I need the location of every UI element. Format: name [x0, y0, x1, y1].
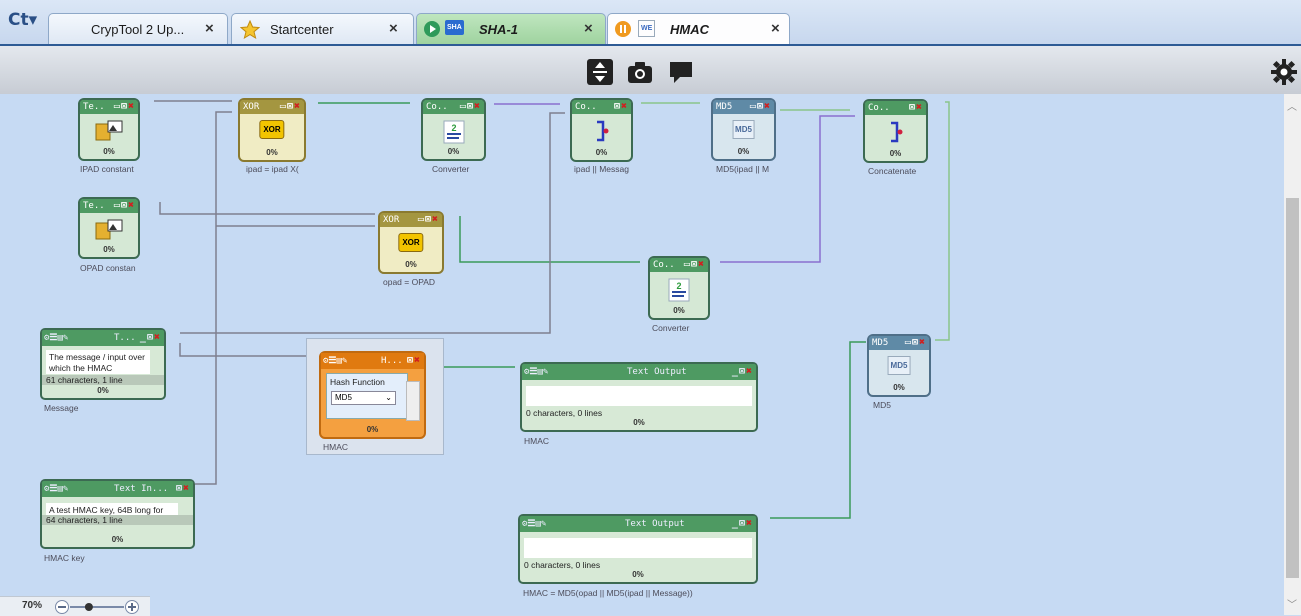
progress-text: 0%	[97, 386, 109, 395]
char-count: 64 characters, 1 line	[42, 515, 193, 525]
hmac-settings-panel: Hash Function MD5 ⌄	[326, 373, 408, 419]
component-header: Co.. ▭⊠✖	[423, 100, 484, 114]
xor-icon: XOR	[259, 120, 285, 139]
progress-text: 0%	[737, 147, 750, 156]
char-count: 0 characters, 0 lines	[526, 408, 603, 418]
ipad-constant-component[interactable]: Te.. ▭⊠✖ 0%	[78, 98, 140, 161]
converter-component[interactable]: Co.. ▭⊠✖ 2 0%	[421, 98, 486, 161]
progress-text: 0%	[266, 148, 278, 157]
hmac-component[interactable]: ⚙☰▤✎ H... ⊠✖ Hash Function MD5 ⌄ 0%	[319, 351, 426, 439]
progress-text: 0%	[447, 147, 460, 156]
xor-icon: XOR	[398, 233, 424, 252]
progress-text: 0%	[633, 418, 645, 427]
component-header: Te.. ▭⊠✖	[80, 199, 138, 213]
progress-text: 0%	[103, 245, 115, 254]
component-header: Co.. ▭⊠✖	[650, 258, 708, 272]
xor-opad-component[interactable]: XOR ▭⊠✖ XOR 0%	[378, 211, 444, 274]
component-label: IPAD constant	[80, 164, 134, 174]
component-label: MD5(ipad || M	[716, 164, 770, 174]
component-header: ⚙☰▤✎ Text Output _⊠✖	[522, 364, 756, 380]
clipboard-image-icon	[95, 120, 123, 147]
zoom-control: 70%	[0, 596, 150, 616]
message-text-input-component[interactable]: ⚙☰▤✎ T... _⊠✖ The message / input over whi…	[40, 328, 166, 400]
converter-icon: 2	[443, 120, 465, 149]
zoom-slider-knob[interactable]	[84, 603, 93, 611]
md5-icon: MD5	[732, 120, 755, 139]
component-header: MD5 ▭⊠✖	[713, 100, 774, 114]
hmac-text-output-component[interactable]: ⚙☰▤✎ Text Output _⊠✖ 0 characters, 0 lines…	[520, 362, 758, 432]
zoom-slider[interactable]	[54, 599, 142, 615]
component-label: Converter	[432, 164, 470, 174]
progress-text: 0%	[111, 535, 124, 544]
component-header: XOR ▭⊠✖	[240, 100, 304, 114]
output-textbox[interactable]	[526, 386, 752, 406]
final-hmac-text-output-component[interactable]: ⚙☰▤✎ Text Output _⊠✖ 0 characters, 0 lines…	[518, 514, 758, 584]
scroll-down-icon[interactable]: ﹀	[1287, 596, 1297, 611]
progress-text: 0%	[366, 425, 379, 434]
hash-function-select[interactable]: MD5 ⌄	[331, 391, 396, 405]
settings-scrollbar[interactable]	[406, 381, 420, 421]
concatenate-ipad-message-component[interactable]: Co.. ⊠✖ 0%	[570, 98, 633, 162]
md5-inner-component[interactable]: MD5 ▭⊠✖ MD5 0%	[711, 98, 776, 161]
clipboard-image-icon	[95, 219, 123, 246]
component-label: OPAD constan	[80, 263, 136, 273]
zoom-level: 70%	[22, 600, 43, 611]
component-label: Converter	[652, 323, 690, 333]
progress-text: 0%	[595, 148, 608, 157]
concatenate-icon	[889, 121, 903, 148]
hmac-key-text-input-component[interactable]: ⚙☰▤✎ Text In... ⊠✖ A test HMAC key, 64B lo…	[40, 479, 195, 549]
scrollbar-thumb[interactable]	[1286, 198, 1299, 578]
component-header: ⚙☰▤✎ H... ⊠✖	[321, 353, 424, 369]
component-label: HMAC key	[44, 553, 85, 563]
component-header: ⚙☰▤✎ Text In... ⊠✖	[42, 481, 193, 497]
output-textbox[interactable]	[524, 538, 752, 558]
scroll-up-icon[interactable]: ︿	[1287, 98, 1297, 113]
component-label: HMAC = MD5(opad || MD5(ipad || Message))	[523, 588, 693, 598]
char-count: 0 characters, 0 lines	[524, 560, 601, 570]
progress-text: 0%	[405, 260, 417, 269]
opad-constant-component[interactable]: Te.. ▭⊠✖ 0%	[78, 197, 140, 259]
component-label: MD5	[873, 400, 891, 410]
component-label: Message	[44, 403, 79, 413]
char-count: 61 characters, 1 line	[42, 375, 164, 385]
component-header: ⚙☰▤✎ Text Output _⊠✖	[520, 516, 756, 532]
progress-text: 0%	[632, 570, 644, 579]
vertical-scrollbar[interactable]: ︿ ﹀	[1284, 94, 1301, 615]
md5-outer-component[interactable]: MD5 ▭⊠✖ MD5 0%	[867, 334, 931, 397]
component-header: Co.. ⊠✖	[865, 101, 926, 115]
component-header: Co.. ⊠✖	[572, 100, 631, 114]
component-header: XOR ▭⊠✖	[380, 213, 442, 227]
component-header: MD5 ▭⊠✖	[869, 336, 929, 350]
concatenate-component[interactable]: Co.. ⊠✖ 0%	[863, 99, 928, 163]
hash-function-label: Hash Function	[330, 377, 385, 387]
converter-icon: 2	[668, 278, 690, 307]
component-label: opad = OPAD	[383, 277, 436, 287]
component-label: HMAC	[323, 442, 349, 452]
hmac-key-textbox[interactable]: A test HMAC key, 64B long for top half o…	[46, 503, 178, 515]
component-label: ipad || Messag	[574, 164, 629, 174]
component-label: ipad = ipad X(	[246, 164, 299, 174]
progress-text: 0%	[889, 149, 902, 158]
svg-text:2: 2	[676, 281, 681, 291]
component-label: Concatenate	[868, 166, 917, 176]
progress-text: 0%	[893, 383, 905, 392]
message-textbox[interactable]: The message / input over which the HMAC	[46, 350, 150, 374]
svg-text:2: 2	[451, 123, 456, 133]
md5-icon: MD5	[887, 356, 911, 375]
component-header: Te.. ▭⊠✖	[80, 100, 138, 114]
progress-text: 0%	[103, 147, 115, 156]
progress-text: 0%	[673, 306, 685, 315]
xor-ipad-component[interactable]: XOR ▭⊠✖ XOR 0%	[238, 98, 306, 162]
component-label: HMAC	[524, 436, 550, 446]
converter-component[interactable]: Co.. ▭⊠✖ 2 0%	[648, 256, 710, 320]
concatenate-icon	[595, 120, 609, 147]
component-header: ⚙☰▤✎ T... _⊠✖	[42, 330, 164, 346]
